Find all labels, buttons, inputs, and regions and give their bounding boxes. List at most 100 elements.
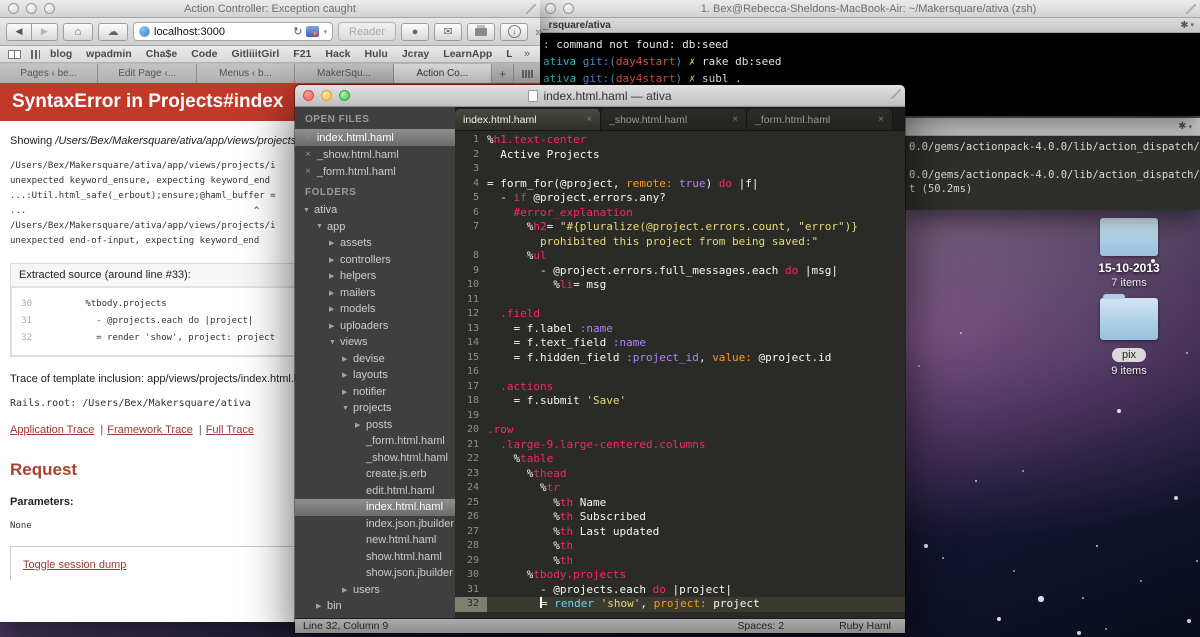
tree-item[interactable]: ▶notifier bbox=[295, 384, 455, 401]
chevron-right-icon[interactable]: ▶ bbox=[329, 239, 340, 247]
trace-link[interactable]: Framework Trace bbox=[107, 424, 193, 436]
tree-item[interactable]: ▶bin bbox=[295, 598, 455, 615]
new-tab-button[interactable]: + bbox=[492, 64, 514, 83]
code-line[interactable]: 22 %table bbox=[455, 452, 905, 467]
safari-titlebar[interactable]: Action Controller: Exception caught bbox=[0, 0, 540, 18]
tree-item[interactable]: ▼app bbox=[295, 219, 455, 236]
tree-item[interactable]: show.html.haml bbox=[295, 549, 455, 566]
folder-icon[interactable] bbox=[1100, 218, 1158, 256]
top-sites-button[interactable]: ● bbox=[401, 23, 429, 41]
url-text[interactable]: localhost:3000 bbox=[154, 26, 289, 38]
editor-tab[interactable]: index.html.haml× bbox=[455, 109, 601, 130]
indentation-setting[interactable]: Spaces: 2 bbox=[737, 620, 784, 632]
toggle-session-dump-link[interactable]: Toggle session dump bbox=[23, 559, 126, 571]
bookmark-item[interactable]: blog bbox=[50, 48, 72, 60]
code-line[interactable]: 11 bbox=[455, 293, 905, 308]
top-sites-grid-icon[interactable] bbox=[31, 50, 40, 59]
code-line[interactable]: 7 %h2= "#{pluralize(@project.errors.coun… bbox=[455, 220, 905, 235]
tree-item[interactable]: ▶users bbox=[295, 582, 455, 599]
tree-item[interactable]: ▶devise bbox=[295, 351, 455, 368]
code-line[interactable]: 26 %th Subscribed bbox=[455, 510, 905, 525]
gear-icon[interactable]: ✱ bbox=[1178, 121, 1186, 132]
resize-grip-icon[interactable] bbox=[526, 4, 536, 14]
open-file-item[interactable]: ×_form.html.haml bbox=[295, 163, 455, 180]
browser-tab[interactable]: Action Co... bbox=[394, 64, 492, 83]
chevron-down-icon[interactable]: ▼ bbox=[342, 405, 353, 412]
code-line[interactable]: 19 bbox=[455, 409, 905, 424]
resize-grip-icon[interactable] bbox=[891, 89, 901, 99]
editor-tab[interactable]: _form.html.haml× bbox=[747, 109, 893, 130]
tree-item[interactable]: _form.html.haml bbox=[295, 433, 455, 450]
address-bar[interactable]: localhost:3000 ↻ ▾ bbox=[133, 22, 333, 41]
desktop-folder[interactable]: pix9 items bbox=[1063, 298, 1195, 377]
close-tab-icon[interactable]: × bbox=[732, 114, 738, 125]
chevron-down-icon[interactable]: ▼ bbox=[316, 223, 327, 230]
code-line[interactable]: 24 %tr bbox=[455, 481, 905, 496]
close-file-icon[interactable]: × bbox=[305, 166, 311, 177]
browser-tab[interactable]: Menus ‹ b... bbox=[197, 64, 295, 83]
icloud-tabs-button[interactable]: ☁ bbox=[98, 23, 128, 41]
close-file-icon[interactable]: × bbox=[305, 132, 311, 143]
code-line[interactable]: 29 %th bbox=[455, 554, 905, 569]
tree-item[interactable]: ▶layouts bbox=[295, 367, 455, 384]
code-line[interactable]: 1%h1.text-center bbox=[455, 133, 905, 148]
chevron-down-icon[interactable]: ▼ bbox=[329, 339, 340, 346]
tree-item[interactable]: ▶models bbox=[295, 301, 455, 318]
tree-item[interactable]: show.json.jbuilder bbox=[295, 565, 455, 582]
code-line[interactable]: 23 %thead bbox=[455, 467, 905, 482]
code-line[interactable]: 27 %th Last updated bbox=[455, 525, 905, 540]
code-line[interactable]: 5 - if @project.errors.any? bbox=[455, 191, 905, 206]
tree-item[interactable]: ▶mailers bbox=[295, 285, 455, 302]
chevron-right-icon[interactable]: ▶ bbox=[316, 602, 327, 610]
sublime-titlebar[interactable]: index.html.haml — ativa bbox=[295, 85, 905, 107]
close-tab-icon[interactable]: × bbox=[586, 114, 592, 125]
tree-item[interactable]: _show.html.haml bbox=[295, 450, 455, 467]
chevron-right-icon[interactable]: ▶ bbox=[329, 272, 340, 280]
code-line[interactable]: 18 = f.submit 'Save' bbox=[455, 394, 905, 409]
tree-item[interactable]: index.json.jbuilder bbox=[295, 516, 455, 533]
bookmark-item[interactable]: F21 bbox=[293, 48, 311, 60]
reading-list-icon[interactable] bbox=[8, 50, 21, 59]
toolbar-overflow-icon[interactable]: » bbox=[533, 24, 544, 39]
extension-icon[interactable] bbox=[306, 26, 319, 37]
terminal1-titlebar[interactable]: 1. Bex@Rebecca-Sheldons-MacBook-Air: ~/M… bbox=[537, 0, 1200, 18]
code-line[interactable]: 14 = f.text_field :name bbox=[455, 336, 905, 351]
browser-tab[interactable]: Edit Page ‹... bbox=[98, 64, 196, 83]
chevron-right-icon[interactable]: ▶ bbox=[329, 305, 340, 313]
tree-item[interactable]: ▶helpers bbox=[295, 268, 455, 285]
desktop-folder[interactable]: 15-10-20137 items bbox=[1063, 218, 1195, 289]
code-line[interactable]: 6 #error_explanation bbox=[455, 206, 905, 221]
chevron-right-icon[interactable]: ▶ bbox=[342, 355, 353, 363]
code-line[interactable]: prohibited this project from being saved… bbox=[455, 235, 905, 250]
tree-item[interactable]: ▶uploaders bbox=[295, 318, 455, 335]
tree-item[interactable]: edit.html.haml bbox=[295, 483, 455, 500]
tree-item[interactable]: ▶controllers bbox=[295, 252, 455, 269]
tree-item[interactable]: new.html.haml bbox=[295, 532, 455, 549]
tree-item[interactable]: ▼views bbox=[295, 334, 455, 351]
bookmarks-overflow-icon[interactable]: » bbox=[522, 48, 532, 60]
resize-grip-icon[interactable] bbox=[1186, 4, 1196, 14]
code-line[interactable]: 2 Active Projects bbox=[455, 148, 905, 163]
code-line[interactable]: 20.row bbox=[455, 423, 905, 438]
bookmark-item[interactable]: Link bbox=[506, 48, 512, 60]
forward-button[interactable]: ▶ bbox=[32, 23, 58, 41]
bookmark-item[interactable]: Jcray bbox=[402, 48, 429, 60]
chevron-right-icon[interactable]: ▶ bbox=[342, 586, 353, 594]
tree-item[interactable]: create.js.erb bbox=[295, 466, 455, 483]
code-line[interactable]: 12 .field bbox=[455, 307, 905, 322]
open-file-item[interactable]: ×_show.html.haml bbox=[295, 146, 455, 163]
editor-tab[interactable]: _show.html.haml× bbox=[601, 109, 747, 130]
code-line[interactable]: 3 bbox=[455, 162, 905, 177]
browser-tab[interactable]: MakerSqu... bbox=[295, 64, 393, 83]
bookmark-item[interactable]: LearnApp bbox=[443, 48, 492, 60]
code-line[interactable]: 9 - @project.errors.full_messages.each d… bbox=[455, 264, 905, 279]
terminal1-tab-label[interactable]: _rsquare/ativa bbox=[543, 20, 1180, 31]
folder-icon[interactable] bbox=[1100, 298, 1158, 340]
bookmark-item[interactable]: wpadmin bbox=[86, 48, 132, 60]
trace-link[interactable]: Full Trace bbox=[206, 424, 254, 436]
code-line[interactable]: 4= form_for(@project, remote: true) do |… bbox=[455, 177, 905, 192]
code-line[interactable]: 28 %th bbox=[455, 539, 905, 554]
back-button[interactable]: ◀ bbox=[6, 23, 32, 41]
code-line[interactable]: 8 %ul bbox=[455, 249, 905, 264]
browser-tab[interactable]: Pages ‹ be... bbox=[0, 64, 98, 83]
